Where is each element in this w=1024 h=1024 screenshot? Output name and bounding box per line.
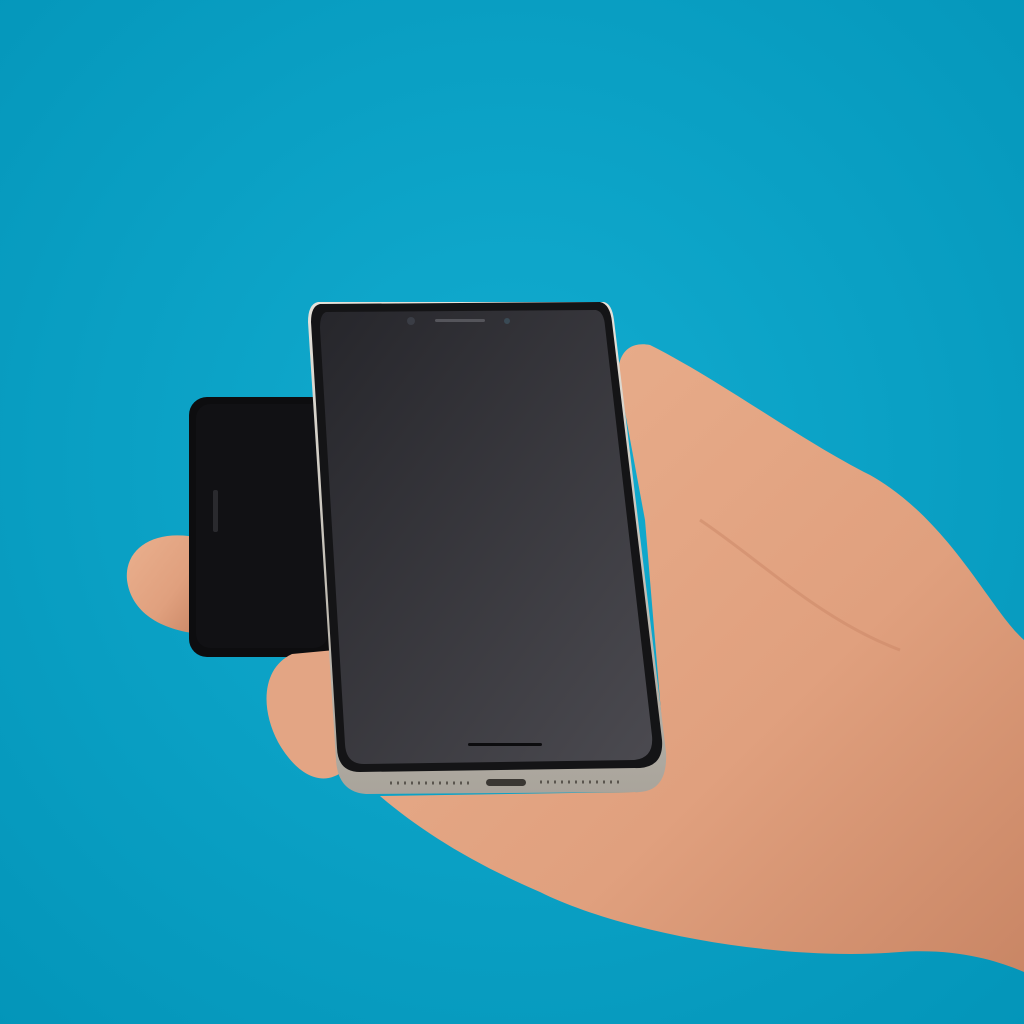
earpiece-icon — [435, 319, 485, 322]
front-phone — [308, 302, 667, 794]
home-indicator — [468, 743, 542, 746]
photo-scene — [0, 0, 1024, 1024]
phone-screen — [320, 310, 653, 764]
charging-port-icon — [486, 779, 526, 786]
sensor-icon — [504, 318, 510, 324]
back-phone — [189, 397, 334, 657]
speaker-icon — [213, 490, 218, 532]
camera-icon — [407, 317, 415, 325]
